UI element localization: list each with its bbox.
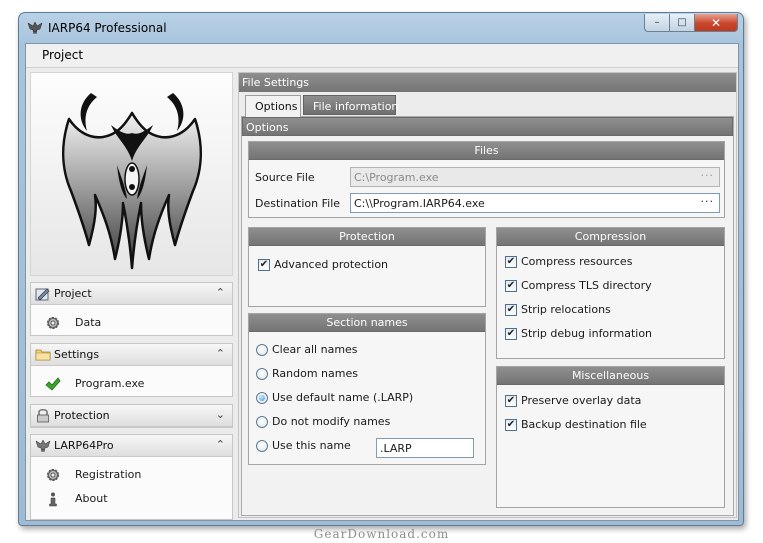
nav-group-larp64pro: LARP64Pro ⌃ Registration About [30,434,233,520]
application-window: IARP64 Professional – □ ✕ Project Projec… [18,12,744,526]
destination-file-field[interactable]: C:\\Program.IARP64.exe ··· [350,193,720,213]
destination-file-label: Destination File [255,197,341,210]
client-area: Project Project ⌃ Data Settings ⌃ Progra… [25,43,739,521]
checkbox-checked-icon: ✔ [258,259,270,271]
nav-group-protection: Protection ⌄ [30,404,233,428]
nav-group-title: Project [54,287,92,300]
nav-group-header-settings[interactable]: Settings ⌃ [31,344,232,366]
gear-icon [47,317,59,329]
app-logo-icon [27,21,43,35]
section-names-group: Section names Clear all names Random nam… [248,313,486,465]
nav-group-settings: Settings ⌃ Program.exe [30,343,233,397]
radio-label: Use default name (.LARP) [272,391,414,404]
miscellaneous-group: Miscellaneous ✔ Preserve overlay data ✔ … [496,366,725,508]
menu-project[interactable]: Project [42,48,83,62]
project-icon [35,288,50,301]
title-bar[interactable]: IARP64 Professional – □ ✕ [19,13,743,43]
tribal-bat-logo [61,93,203,270]
source-file-value: C:\Program.exe [354,171,439,184]
file-settings-header: File Settings [239,73,736,92]
lock-icon [37,408,49,423]
radio-label: Do not modify names [272,415,391,428]
checkbox-label: Backup destination file [521,418,647,431]
compression-group: Compression ✔ Compress resources ✔ Compr… [496,227,725,359]
tab-file-information[interactable]: File information [303,95,398,115]
radio-label: Use this name [272,439,351,452]
nav-group-header-project[interactable]: Project ⌃ [31,283,232,305]
file-settings-panel: File Settings Options File information O… [238,72,737,518]
options-tab-body: Options Files Source File C:\Program.exe… [241,116,734,516]
maximize-icon: □ [677,17,687,28]
logo-panel [30,72,233,276]
chevron-down-icon[interactable]: ⌄ [216,408,225,421]
checkbox-label: Compress resources [521,255,633,268]
section-names-group-title: Section names [249,314,485,332]
nav-item-label: Data [75,316,102,329]
chevron-up-icon[interactable]: ⌃ [216,438,225,451]
checkbox-checked-icon: ✔ [505,395,517,407]
radio-icon [256,344,268,356]
source-browse-button[interactable]: ··· [701,169,715,182]
nav-item-label: Registration [75,468,142,481]
chevron-up-icon[interactable]: ⌃ [216,347,225,360]
options-header: Options [242,117,733,136]
source-file-field[interactable]: C:\Program.exe ··· [350,167,720,187]
close-icon: ✕ [710,15,722,30]
protection-group-title: Protection [249,228,485,246]
nav-group-header-larp64pro[interactable]: LARP64Pro ⌃ [31,435,232,457]
checkbox-label: Strip relocations [521,303,611,316]
compression-group-title: Compression [497,228,724,246]
window-title: IARP64 Professional [48,21,167,35]
radio-icon [256,416,268,428]
menu-bar: Project [26,44,738,68]
checkmark-icon [45,377,61,391]
checkbox-checked-icon: ✔ [505,256,517,268]
destination-file-value: C:\\Program.IARP64.exe [354,197,485,210]
chevron-up-icon[interactable]: ⌃ [216,286,225,299]
nav-item-label: About [75,492,108,505]
checkbox-label: Preserve overlay data [521,394,642,407]
miscellaneous-group-title: Miscellaneous [497,367,724,385]
nav-group-header-protection[interactable]: Protection ⌄ [31,405,232,427]
checkbox-checked-icon: ✔ [505,328,517,340]
checkbox-label: Advanced protection [274,258,389,271]
checkbox-checked-icon: ✔ [505,280,517,292]
checkbox-label: Strip debug information [521,327,653,340]
checkbox-label: Compress TLS directory [521,279,652,292]
nav-group-title: Protection [54,409,110,422]
destination-browse-button[interactable]: ··· [701,195,715,208]
custom-section-name-input[interactable]: .LARP [376,438,474,458]
radio-label: Clear all names [272,343,358,356]
gear-icon [47,469,59,481]
maximize-button[interactable]: □ [670,14,695,32]
nav-group-project: Project ⌃ Data [30,282,233,336]
nav-group-title: Settings [54,348,100,361]
watermark: GearDownload.com [313,527,450,541]
radio-label: Random names [272,367,358,380]
custom-section-name-value: .LARP [380,442,412,455]
checkbox-checked-icon: ✔ [505,419,517,431]
source-file-label: Source File [255,171,315,184]
nav-item-label: Program.exe [75,377,145,390]
app-logo-icon [35,439,51,453]
folder-icon [35,349,51,361]
files-group-title: Files [249,142,724,160]
radio-icon [256,440,268,452]
info-icon [49,492,57,507]
tab-options[interactable]: Options [245,95,301,117]
radio-icon [256,368,268,380]
checkbox-checked-icon: ✔ [505,304,517,316]
protection-group: Protection ✔ Advanced protection [248,227,486,307]
files-group: Files Source File C:\Program.exe ··· Des… [248,141,725,218]
nav-group-title: LARP64Pro [54,439,114,452]
minimize-icon: – [654,17,660,28]
close-button[interactable]: ✕ [695,14,738,32]
minimize-button[interactable]: – [644,14,670,32]
radio-selected-icon [256,392,268,404]
